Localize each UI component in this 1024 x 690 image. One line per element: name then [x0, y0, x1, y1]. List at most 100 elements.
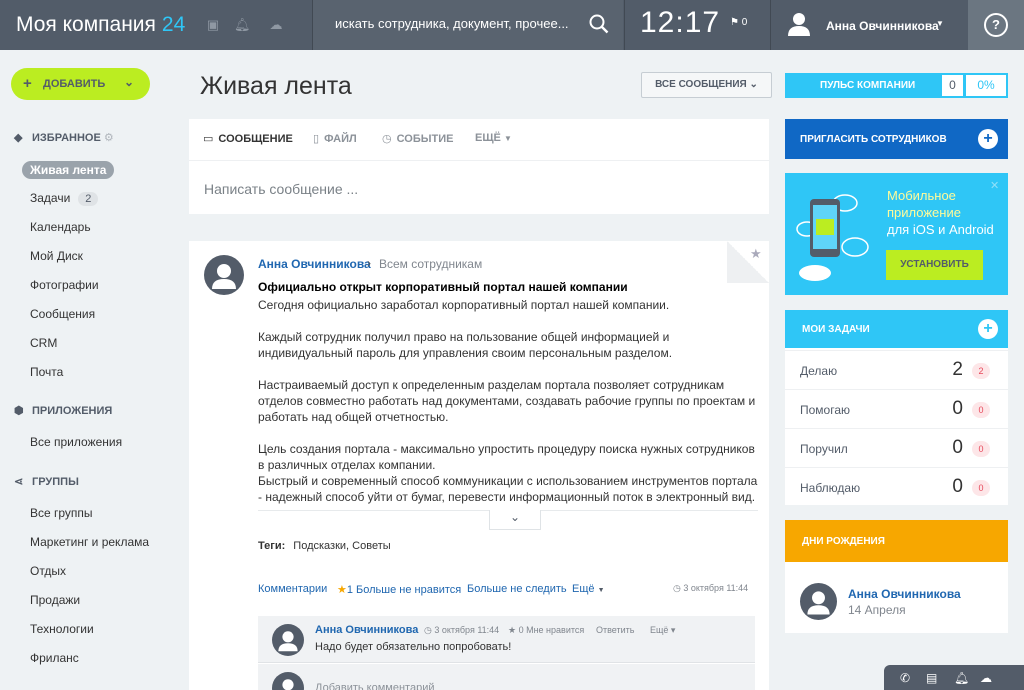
add-comment-area[interactable]: Добавить комментарий	[258, 664, 755, 690]
cube-icon: ⬢	[14, 405, 24, 417]
tab-event[interactable]: ◷ СОБЫТИЕ	[382, 132, 453, 145]
feed-post: ★ Анна Овчинникова › Всем сотрудникам Оф…	[189, 241, 769, 690]
task-row-doing[interactable]: Делаю 2 2	[785, 350, 1008, 389]
comment: Анна Овчинникова ◷ 3 октября 11:44 ★ 0 М…	[258, 616, 755, 663]
section-groups[interactable]: ⋖ ГРУППЫ	[14, 475, 79, 488]
user-name: Анна Овчинникова	[826, 19, 939, 33]
user-avatar-icon	[788, 13, 810, 36]
company-pulse[interactable]: ПУЛЬС КОМПАНИИ 0 0%	[785, 73, 1008, 98]
chevron-down-icon: ⌄	[749, 79, 758, 90]
message-input[interactable]: Написать сообщение ...	[204, 181, 358, 197]
birthdays-header: ДНИ РОЖДЕНИЯ	[785, 520, 1008, 562]
post-tags: Теги: Подсказки, Советы	[258, 540, 391, 552]
help-button[interactable]: ?	[968, 0, 1024, 50]
star-icon: ★	[337, 584, 347, 596]
share-icon: ⋖	[14, 476, 24, 488]
top-bar: Моя компания 24 ▣ 🔔︎ ☁ искать сотрудника,…	[0, 0, 1024, 50]
pin-icon: ◆	[14, 132, 23, 144]
sidebar-item-calendar[interactable]: Календарь	[30, 220, 91, 234]
comment-like[interactable]: ★ 0 Мне нравится	[508, 625, 584, 636]
filter-dropdown[interactable]: ВСЕ СООБЩЕНИЯ ⌄	[641, 72, 772, 98]
sidebar-item-tasks[interactable]: Задачи 2	[30, 191, 99, 206]
plus-icon[interactable]: +	[978, 319, 998, 339]
tasks-count-badge: 2	[78, 192, 99, 206]
plus-icon: +	[978, 129, 998, 149]
avatar[interactable]	[800, 583, 837, 620]
unfollow-link[interactable]: Больше не следить	[467, 583, 567, 595]
birthdays-widget: ДНИ РОЖДЕНИЯ Анна Овчинникова 14 Апреля	[785, 520, 1008, 633]
star-icon[interactable]: ★	[750, 246, 762, 262]
bell-icon[interactable]: 🔔︎	[954, 671, 969, 685]
gear-icon[interactable]: ⚙	[104, 132, 114, 144]
invite-users-button[interactable]: ПРИГЛАСИТЬ СОТРУДНИКОВ +	[785, 119, 1008, 159]
comment-author[interactable]: Анна Овчинникова	[315, 624, 418, 636]
add-comment-placeholder: Добавить комментарий	[315, 682, 435, 690]
brand-logo[interactable]: Моя компания 24	[16, 13, 185, 37]
task-row-watching[interactable]: Наблюдаю 0 0	[785, 467, 1008, 506]
post-author[interactable]: Анна Овчинникова	[258, 257, 371, 271]
install-button[interactable]: УСТАНОВИТЬ	[886, 250, 983, 280]
sidebar-item-disk[interactable]: Мой Диск	[30, 249, 83, 263]
sidebar-item-group[interactable]: Технологии	[30, 622, 94, 636]
section-apps[interactable]: ⬢ ПРИЛОЖЕНИЯ	[14, 404, 112, 417]
search-input[interactable]: искать сотрудника, документ, прочее...	[313, 0, 623, 50]
sidebar-item-all-apps[interactable]: Все приложения	[30, 435, 122, 449]
birthday-name[interactable]: Анна Овчинникова	[848, 587, 961, 601]
avatar[interactable]	[204, 255, 244, 295]
search-icon[interactable]	[589, 14, 609, 34]
counter-badge: 0	[972, 402, 990, 418]
sidebar-item-group[interactable]: Продажи	[30, 593, 80, 607]
sidebar-item-crm[interactable]: CRM	[30, 336, 57, 350]
tab-file[interactable]: ▯ ФАЙЛ	[313, 132, 357, 145]
search-placeholder: искать сотрудника, документ, прочее...	[335, 16, 569, 31]
alarm-icon: ◷	[382, 133, 392, 145]
task-row-helping[interactable]: Помогаю 0 0	[785, 389, 1008, 428]
cloud-icon[interactable]: ☁	[980, 671, 992, 685]
tags-list[interactable]: Подсказки, Советы	[293, 540, 390, 552]
add-button[interactable]: + ДОБАВИТЬ ⌄	[11, 68, 150, 100]
phone-icon[interactable]: ✆	[900, 671, 910, 685]
page-title: Живая лента	[200, 72, 352, 100]
avatar[interactable]	[272, 624, 304, 656]
comment-reply[interactable]: Ответить	[596, 625, 634, 635]
pulse-percent: 0%	[966, 75, 1006, 96]
sidebar-item-group[interactable]: Фриланс	[30, 651, 79, 665]
post-body: Сегодня официально заработал корпоративн…	[258, 298, 758, 504]
post-destination[interactable]: Всем сотрудникам	[379, 257, 482, 271]
comments-link[interactable]: Комментарии	[258, 583, 327, 595]
add-label: ДОБАВИТЬ	[43, 78, 106, 90]
cloud-icon[interactable]: ☁	[268, 17, 284, 33]
tab-more[interactable]: ЕЩЁ ▼	[475, 132, 512, 144]
expand-button[interactable]: ⌄	[489, 510, 541, 530]
pulse-label: ПУЛЬС КОМПАНИИ	[820, 80, 916, 91]
section-favorites[interactable]: ◆ ИЗБРАННОЕ ⚙	[14, 131, 114, 144]
sidebar-item-group[interactable]: Маркетинг и реклама	[30, 535, 149, 549]
clock[interactable]: 12:17	[640, 6, 720, 40]
pulse-value: 0	[942, 75, 963, 96]
chat-icon[interactable]: ▣	[205, 17, 221, 33]
task-row-assigned[interactable]: Поручил 0 0	[785, 428, 1008, 467]
chevron-down-icon: ▼	[936, 19, 944, 28]
comment-more[interactable]: Ещё ▾	[650, 625, 675, 636]
post-date: ◷ 3 октября 11:44	[673, 583, 749, 593]
phone-cloud-illustration	[796, 194, 869, 281]
bell-icon[interactable]: 🔔︎	[234, 17, 251, 33]
sidebar-item-messages[interactable]: Сообщения	[30, 307, 95, 321]
chat-icon[interactable]: ▤	[926, 671, 937, 685]
tasks-header[interactable]: МОИ ЗАДАЧИ +	[785, 310, 1008, 348]
sidebar-item-group[interactable]: Отдых	[30, 564, 66, 578]
file-icon: ▯	[313, 133, 320, 145]
sidebar-item-mail[interactable]: Почта	[30, 365, 63, 379]
sidebar-item-feed[interactable]: Живая лента	[22, 161, 115, 179]
tab-message[interactable]: ▭ СООБЩЕНИЕ	[203, 132, 293, 145]
flag-counter[interactable]: ⚑ 0	[730, 17, 747, 28]
counter-badge: 0	[972, 480, 990, 496]
birthday-date: 14 Апреля	[848, 603, 906, 617]
sidebar-item-photos[interactable]: Фотографии	[30, 278, 99, 292]
counter-badge: 0	[972, 441, 990, 457]
like-link[interactable]: ★1 Больше не нравится	[337, 583, 461, 596]
sidebar-item-group[interactable]: Все группы	[30, 506, 93, 520]
avatar	[272, 672, 304, 690]
more-link[interactable]: Ещё ▼	[572, 583, 605, 595]
chevron-right-icon: ›	[367, 256, 371, 270]
